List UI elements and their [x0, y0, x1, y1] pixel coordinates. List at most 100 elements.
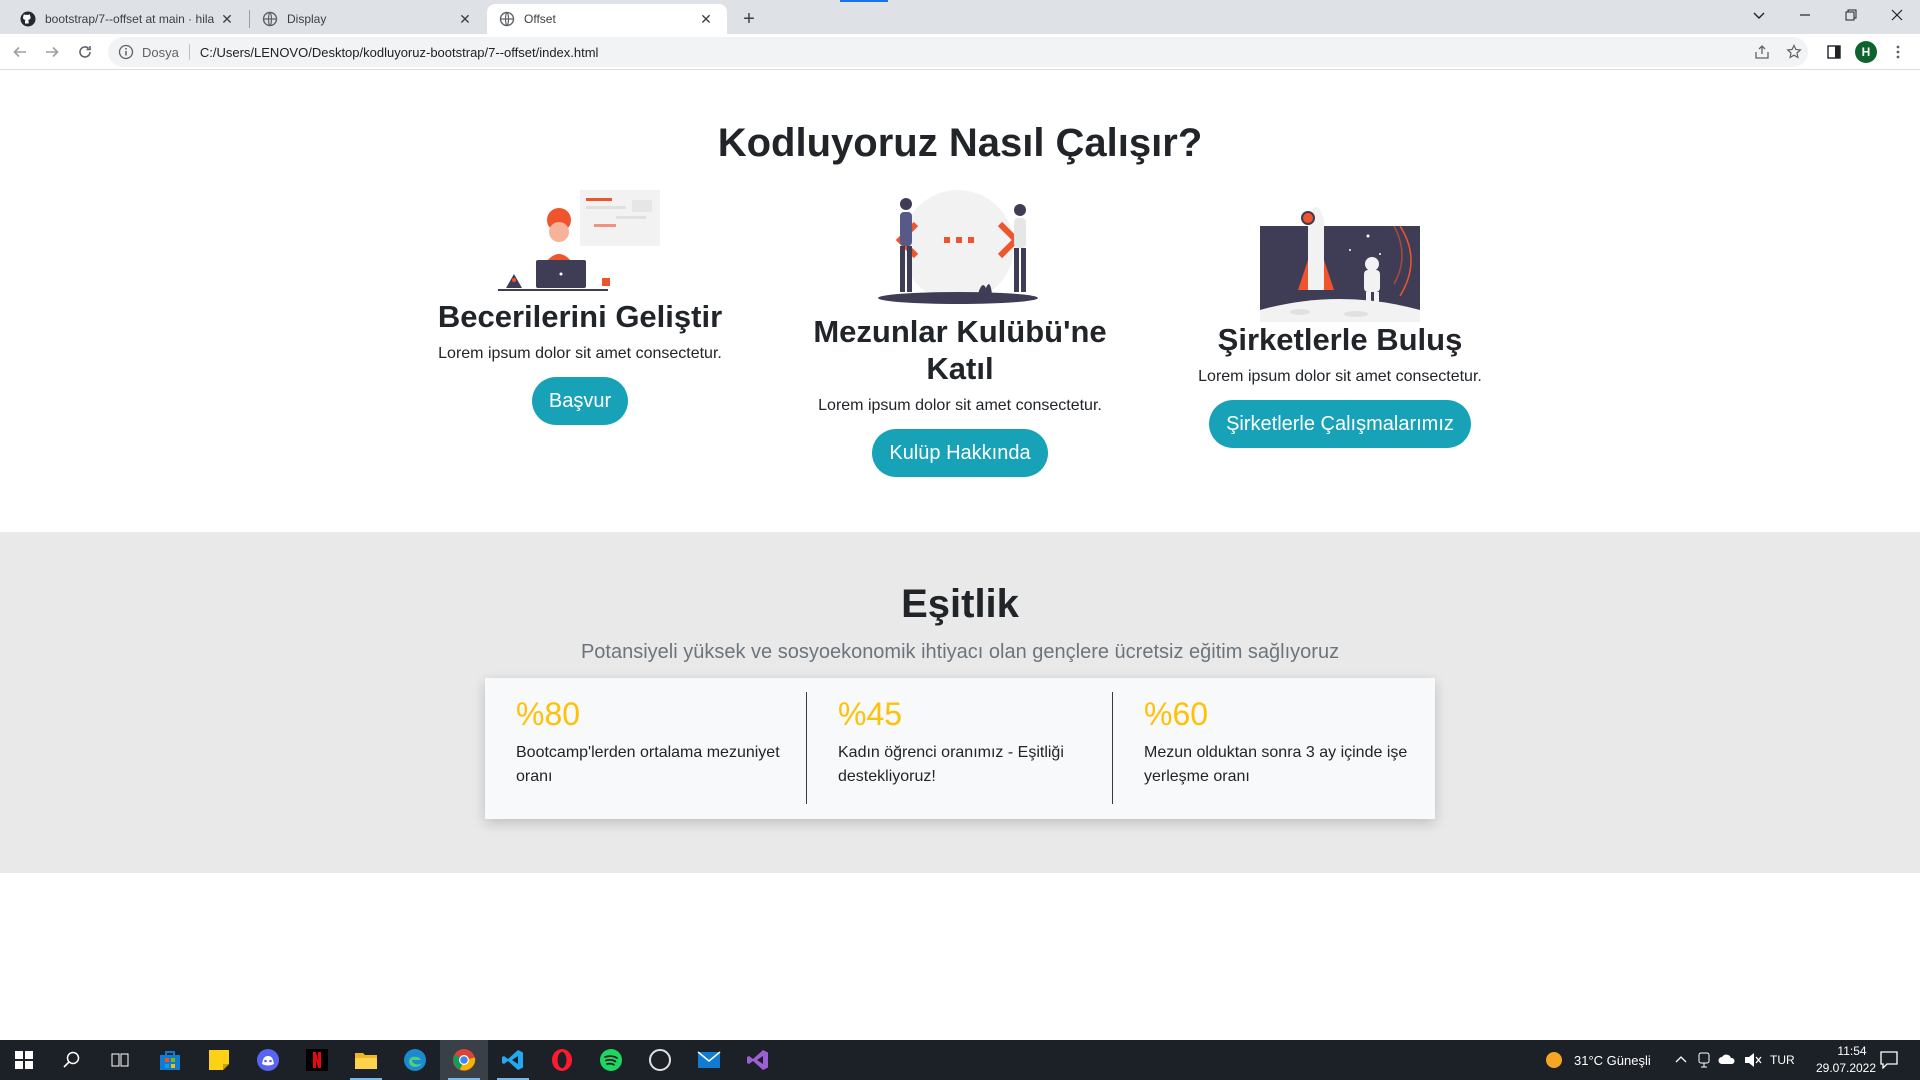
taskbar-visual-studio[interactable]	[734, 1040, 782, 1080]
edge-icon	[404, 1049, 426, 1071]
taskbar-store[interactable]	[146, 1040, 194, 1080]
microsoft-store-icon	[160, 1051, 180, 1070]
search-icon	[63, 1051, 80, 1068]
stat-description: Kadın öğrenci oranımız - Eşitliği destek…	[838, 744, 1064, 785]
arrow-right-icon	[46, 46, 59, 58]
close-window-button[interactable]	[1874, 0, 1920, 30]
alumni-card: Mezunlar Kulübü'ne Katıl Lorem ipsum dol…	[800, 313, 1120, 478]
taskbar-sticky-notes[interactable]	[195, 1040, 243, 1080]
taskbar-spotify[interactable]	[587, 1040, 635, 1080]
browser-toolbar: Dosya C:/Users/LENOVO/Desktop/kodluyoruz…	[0, 34, 1920, 70]
close-tab-icon[interactable]: ✕	[697, 10, 715, 28]
card-title: Şirketlerle Buluş	[1217, 322, 1463, 357]
card-text: Lorem ipsum dolor sit amet consectetur.	[818, 397, 1102, 415]
tab-display[interactable]: Display ✕	[250, 4, 486, 34]
tab-github[interactable]: bootstrap/7--offset at main · hila ✕	[8, 4, 248, 34]
companies-illustration	[1260, 207, 1420, 322]
taskbar-edge[interactable]	[391, 1040, 439, 1080]
tab-title: bootstrap/7--offset at main · hila	[45, 12, 215, 26]
stat-women-ratio: %45 Kadın öğrenci oranımız - Eşitliği de…	[806, 692, 1112, 804]
minimize-icon	[1800, 14, 1810, 16]
taskbar-discord[interactable]	[244, 1040, 292, 1080]
taskbar-search-button[interactable]	[48, 1040, 96, 1080]
opera-icon	[552, 1049, 572, 1071]
clock-date[interactable]: 29.07.2022	[1806, 1061, 1886, 1075]
taskbar-netflix[interactable]	[293, 1040, 341, 1080]
share-icon	[1755, 45, 1769, 59]
reload-icon	[79, 46, 91, 58]
new-tab-button[interactable]: +	[736, 6, 762, 32]
stats-panel: %80 Bootcamp'lerden ortalama mezuniyet o…	[485, 678, 1435, 819]
back-button[interactable]	[6, 38, 34, 66]
company-works-button[interactable]: Şirketlerle Çalışmalarımız	[1209, 400, 1471, 449]
developer-illustration	[498, 190, 660, 291]
windows-taskbar: 31°C Güneşli TUR 11:54 29.07.2022	[0, 1040, 1920, 1080]
reload-button[interactable]	[71, 38, 99, 66]
clock-time[interactable]: 11:54	[1822, 1044, 1882, 1058]
taskbar-circle-app[interactable]	[636, 1040, 684, 1080]
equality-subtitle: Potansiyeli yüksek ve sosyoekonomik ihti…	[580, 641, 1340, 663]
globe-icon	[262, 11, 278, 27]
sun-weather-icon[interactable]	[1545, 1051, 1563, 1069]
how-it-works-title: Kodluyoruz Nasıl Çalışır?	[717, 121, 1203, 165]
arrow-left-icon	[13, 46, 26, 58]
chevron-down-icon	[1753, 12, 1765, 19]
input-language[interactable]: TUR	[1770, 1053, 1795, 1067]
taskbar-chrome[interactable]	[440, 1040, 488, 1080]
meet-now-icon[interactable]	[1697, 1052, 1711, 1068]
side-panel-icon	[1827, 45, 1841, 59]
notification-center-icon[interactable]	[1880, 1051, 1898, 1069]
close-icon	[1891, 9, 1903, 21]
tab-offset[interactable]: Offset ✕	[487, 4, 727, 34]
stat-value: %80	[516, 696, 581, 732]
tab-title: Offset	[524, 12, 556, 26]
taskbar-file-explorer[interactable]	[342, 1040, 390, 1080]
taskbar-mail[interactable]	[685, 1040, 733, 1080]
discord-icon	[257, 1049, 279, 1071]
taskbar-vscode[interactable]	[489, 1040, 537, 1080]
card-text: Lorem ipsum dolor sit amet consectetur.	[1198, 368, 1482, 386]
minimize-button[interactable]	[1782, 0, 1828, 30]
apply-button[interactable]: Başvur	[531, 377, 629, 426]
onedrive-cloud-icon[interactable]	[1718, 1053, 1736, 1065]
globe-icon	[499, 11, 515, 27]
equality-section: Eşitlik Potansiyeli yüksek ve sosyoekono…	[0, 532, 1920, 873]
info-icon[interactable]	[118, 44, 134, 60]
forward-button[interactable]	[38, 38, 66, 66]
speaker-muted-icon[interactable]	[1744, 1052, 1762, 1068]
file-explorer-icon	[355, 1053, 377, 1069]
address-bar[interactable]: Dosya C:/Users/LENOVO/Desktop/kodluyoruz…	[108, 37, 1808, 67]
stat-description: Mezun olduktan sonra 3 ay içinde işe yer…	[1144, 744, 1408, 785]
weather-text[interactable]: 31°C Güneşli	[1574, 1053, 1651, 1068]
task-view-button[interactable]	[96, 1040, 144, 1080]
chevron-up-icon[interactable]	[1675, 1054, 1687, 1066]
profile-avatar[interactable]: H	[1855, 41, 1877, 63]
loading-indicator	[840, 0, 888, 2]
close-tab-icon[interactable]: ✕	[218, 10, 236, 28]
stat-employment: %60 Mezun olduktan sonra 3 ay içinde işe…	[1112, 692, 1418, 804]
tab-search-button[interactable]	[1736, 0, 1782, 30]
star-icon	[1786, 44, 1802, 59]
browser-menu-button[interactable]	[1886, 40, 1910, 64]
close-tab-icon[interactable]: ✕	[456, 10, 474, 28]
companies-card: Şirketlerle Buluş Lorem ipsum dolor sit …	[1180, 321, 1500, 449]
page-content: Kodluyoruz Nasıl Çalışır? Becerilerini G…	[0, 71, 1920, 1039]
spotify-icon	[600, 1049, 622, 1071]
equality-title: Eşitlik	[901, 582, 1019, 626]
club-about-button[interactable]: Kulüp Hakkında	[872, 429, 1048, 478]
stat-value: %45	[838, 696, 903, 732]
stat-graduation: %80 Bootcamp'lerden ortalama mezuniyet o…	[485, 692, 791, 804]
mail-icon	[697, 1051, 721, 1068]
github-icon	[20, 11, 36, 27]
tab-title: Display	[287, 12, 327, 26]
visual-studio-icon	[747, 1050, 768, 1070]
url-text[interactable]: C:/Users/LENOVO/Desktop/kodluyoruz-boots…	[200, 45, 599, 60]
taskbar-opera[interactable]	[538, 1040, 586, 1080]
vscode-icon	[502, 1050, 523, 1070]
chrome-icon	[453, 1049, 476, 1071]
share-button[interactable]	[1750, 40, 1774, 64]
start-button[interactable]	[0, 1040, 48, 1080]
side-panel-button[interactable]	[1822, 40, 1846, 64]
bookmark-button[interactable]	[1782, 40, 1806, 64]
restore-button[interactable]	[1828, 0, 1874, 30]
